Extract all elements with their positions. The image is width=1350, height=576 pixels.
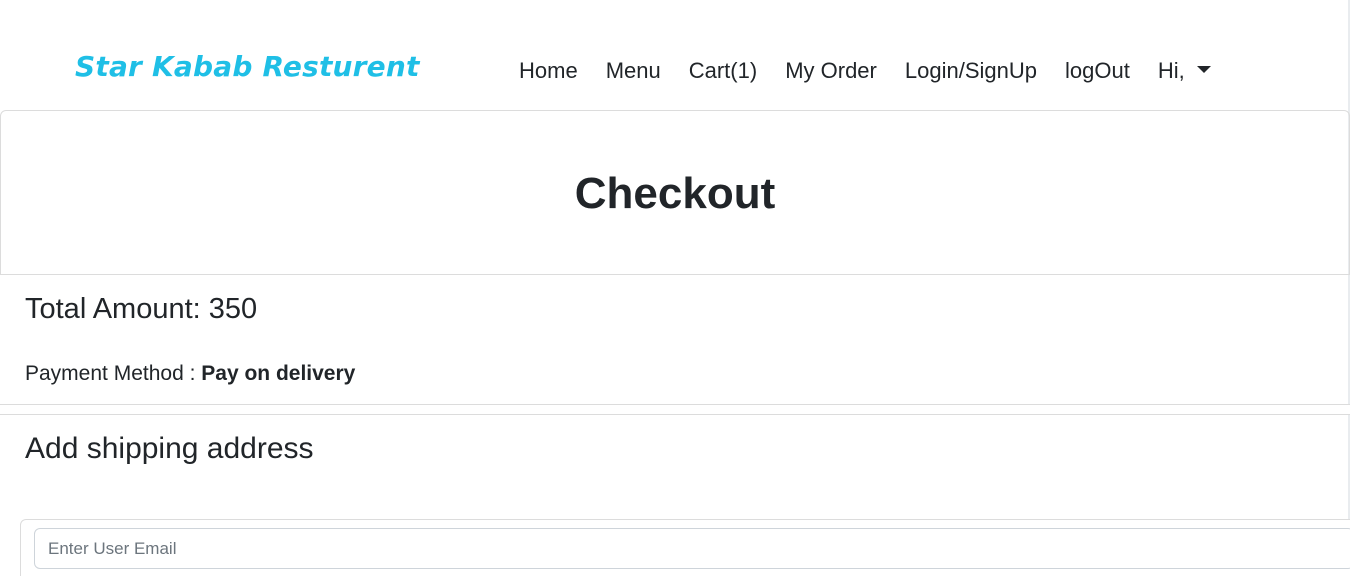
nav-my-order-link[interactable]: My Order: [771, 58, 891, 84]
total-amount-label: Total Amount:: [25, 293, 209, 325]
navbar: Star Kabab Resturent Home Menu Cart(1) M…: [0, 0, 1350, 110]
nav-cart-link[interactable]: Cart(1): [675, 58, 771, 84]
order-summary: Total Amount: 350 Payment Method : Pay o…: [0, 275, 1350, 405]
checkout-page: Star Kabab Resturent Home Menu Cart(1) M…: [0, 0, 1350, 576]
brand-logo[interactable]: Star Kabab Resturent: [75, 50, 420, 83]
checkout-title: Checkout: [574, 168, 776, 218]
user-menu-dropdown[interactable]: Hi,: [1144, 58, 1225, 84]
shipping-address-title: Add shipping address: [25, 432, 314, 465]
nav-links: Home Menu Cart(1) My Order Login/SignUp …: [505, 58, 1225, 84]
nav-home-link[interactable]: Home: [505, 58, 592, 84]
section-divider: [0, 404, 1350, 415]
nav-login-signup-link[interactable]: Login/SignUp: [891, 58, 1051, 84]
user-email-input[interactable]: [34, 528, 1350, 569]
user-menu-label: Hi,: [1157, 58, 1185, 83]
payment-method: Payment Method : Pay on delivery: [25, 362, 355, 386]
total-amount: Total Amount: 350: [25, 293, 257, 326]
nav-logout-link[interactable]: logOut: [1051, 58, 1144, 84]
checkout-header-card: Checkout: [0, 110, 1350, 275]
caret-down-icon: [1196, 65, 1211, 73]
payment-method-label: Payment Method :: [25, 362, 202, 385]
total-amount-value: 350: [208, 293, 258, 325]
nav-menu-link[interactable]: Menu: [592, 58, 675, 84]
payment-method-value: Pay on delivery: [201, 362, 356, 385]
